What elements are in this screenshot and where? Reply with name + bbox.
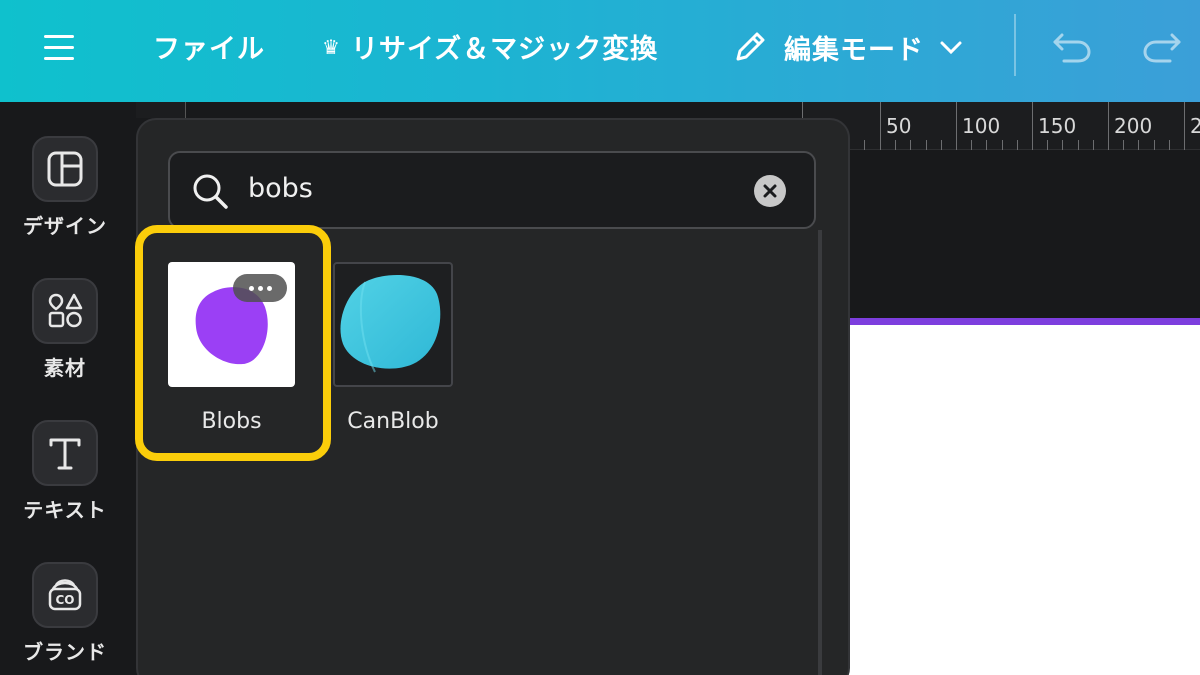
redo-icon[interactable] xyxy=(1140,27,1184,67)
app-thumbnail xyxy=(333,262,453,387)
highlight-box xyxy=(135,225,331,461)
app-result-canblob[interactable]: CanBlob xyxy=(333,262,453,434)
sidebar-item-label: テキスト xyxy=(23,498,107,522)
design-page[interactable] xyxy=(848,325,1200,675)
ruler-label: 150 xyxy=(1038,114,1077,138)
sidebar-item-label: ブランド xyxy=(23,640,107,664)
edit-mode-label: 編集モード xyxy=(784,34,924,66)
search-icon xyxy=(193,174,228,209)
toolbar-divider xyxy=(1014,14,1016,76)
ruler-tick xyxy=(1108,102,1109,150)
sidebar-item-elements[interactable]: 素材 xyxy=(0,278,130,381)
clear-search-button[interactable] xyxy=(754,175,786,207)
ruler-minor-tick xyxy=(1123,140,1124,150)
resize-button[interactable]: ♛ リサイズ＆マジック変換 xyxy=(322,27,658,66)
ruler-minor-tick xyxy=(864,140,865,150)
crown-icon: ♛ xyxy=(322,34,341,59)
ruler-minor-tick xyxy=(941,140,942,150)
top-bar: ファイル ♛ リサイズ＆マジック変換 編集モード xyxy=(0,0,1200,102)
ruler-minor-tick xyxy=(1017,140,1018,150)
ruler-minor-tick xyxy=(1047,140,1048,150)
search-input[interactable]: bobs xyxy=(168,151,816,229)
ruler-label: 2 xyxy=(1190,114,1200,138)
ruler-minor-tick xyxy=(1062,140,1063,150)
ruler-left xyxy=(136,102,186,118)
left-sidebar: デザイン 素材 テキスト CO ブランド xyxy=(0,102,136,675)
ruler-minor-tick xyxy=(926,140,927,150)
file-menu-button[interactable]: ファイル xyxy=(153,27,265,66)
undo-icon[interactable] xyxy=(1050,27,1094,67)
ruler-minor-tick xyxy=(1002,140,1003,150)
sidebar-item-brand[interactable]: CO ブランド xyxy=(0,562,130,665)
ruler-minor-tick xyxy=(1138,140,1139,150)
page-selection-border xyxy=(848,318,1200,325)
ruler-tick xyxy=(1032,102,1033,150)
brand-icon: CO xyxy=(32,562,98,628)
ruler-minor-tick xyxy=(986,140,987,150)
edit-mode-dropdown[interactable]: 編集モード xyxy=(730,24,964,70)
sidebar-item-label: デザイン xyxy=(23,214,107,238)
ruler-tick xyxy=(956,102,957,150)
ruler-minor-tick xyxy=(1093,140,1094,150)
ruler-tick xyxy=(1184,102,1185,150)
ruler-tick xyxy=(880,102,881,150)
ruler-minor-tick xyxy=(1078,140,1079,150)
ruler-minor-tick xyxy=(895,140,896,150)
top-ruler: 50 100 150 200 2 xyxy=(802,102,1200,150)
ruler-minor-tick xyxy=(1169,140,1170,150)
search-value: bobs xyxy=(248,173,313,204)
ruler-minor-tick xyxy=(910,140,911,150)
ruler-label: 200 xyxy=(1114,114,1153,138)
blob-image xyxy=(340,274,441,373)
menu-icon[interactable] xyxy=(44,27,88,67)
chevron-down-icon xyxy=(940,41,962,55)
sidebar-item-design[interactable]: デザイン xyxy=(0,136,130,239)
text-icon xyxy=(32,420,98,486)
ruler-label: 50 xyxy=(886,114,912,138)
shapes-icon xyxy=(32,278,98,344)
app-name: CanBlob xyxy=(347,409,439,434)
sidebar-item-label: 素材 xyxy=(44,356,86,380)
panel-scrollbar[interactable] xyxy=(818,230,822,675)
layout-icon xyxy=(32,136,98,202)
ruler-label: 100 xyxy=(962,114,1001,138)
sidebar-item-text[interactable]: テキスト xyxy=(0,420,130,523)
svg-text:CO: CO xyxy=(55,593,74,607)
pencil-icon xyxy=(736,32,765,61)
close-icon xyxy=(763,184,777,198)
ruler-minor-tick xyxy=(971,140,972,150)
resize-label: リサイズ＆マジック変換 xyxy=(350,34,659,65)
ruler-minor-tick xyxy=(1154,140,1155,150)
